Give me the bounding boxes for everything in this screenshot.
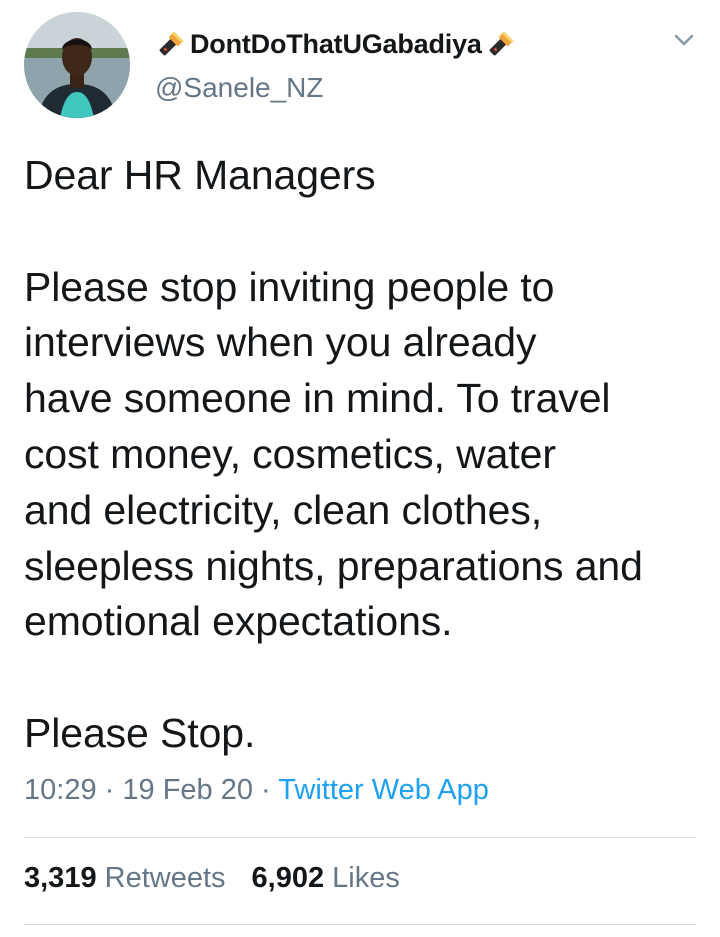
- likes-stat[interactable]: 6,902 Likes: [252, 862, 400, 895]
- display-name: DontDoThatUGabadiya: [190, 28, 482, 59]
- tweet-line: Please stop inviting people to: [24, 263, 555, 310]
- tweet-line: interviews when you already: [24, 319, 537, 366]
- retweets-stat[interactable]: 3,319 Retweets: [24, 862, 226, 895]
- tweet-line: cost money, cosmetics, water: [24, 430, 556, 477]
- retweets-label: Retweets: [104, 862, 226, 894]
- paragraph-break: [24, 204, 704, 260]
- likes-label: Likes: [332, 862, 400, 894]
- tweet-time[interactable]: 10:29: [24, 774, 97, 806]
- tweet-line: Please Stop.: [24, 709, 256, 756]
- paragraph-break: [24, 650, 704, 706]
- flashlight-icon: [482, 25, 520, 63]
- display-name-row[interactable]: DontDoThatUGabadiya: [152, 24, 520, 64]
- retweets-count: 3,319: [24, 862, 97, 894]
- tweet-line: Dear HR Managers: [24, 152, 376, 198]
- tweet-source-link[interactable]: Twitter Web App: [278, 774, 489, 806]
- divider: [24, 924, 696, 925]
- tweet-text: Dear HR Managers Please stop inviting pe…: [24, 148, 704, 762]
- likes-count: 6,902: [251, 862, 325, 894]
- chevron-down-icon[interactable]: [668, 26, 700, 54]
- tweet-line: sleepless nights, preparations and: [24, 542, 643, 589]
- tweet-date[interactable]: 19 Feb 20: [122, 774, 253, 806]
- meta-separator: ·: [261, 774, 271, 806]
- tweet-line: have someone in mind. To travel: [24, 375, 611, 422]
- tweet-detail: DontDoThatUGabadiya @Sanele_NZ Dear HR M…: [0, 0, 720, 937]
- flashlight-icon: [152, 25, 190, 63]
- tweet-stats: 3,319 Retweets 6,902 Likes: [24, 862, 426, 895]
- tweet-meta: 10:29 · 19 Feb 20 · Twitter Web App: [24, 774, 489, 807]
- user-handle[interactable]: @Sanele_NZ: [155, 72, 324, 104]
- meta-separator: ·: [104, 774, 115, 806]
- divider: [24, 837, 696, 838]
- tweet-line: and electricity, clean clothes,: [24, 486, 543, 533]
- avatar[interactable]: [24, 12, 130, 118]
- tweet-line: emotional expectations.: [24, 598, 453, 645]
